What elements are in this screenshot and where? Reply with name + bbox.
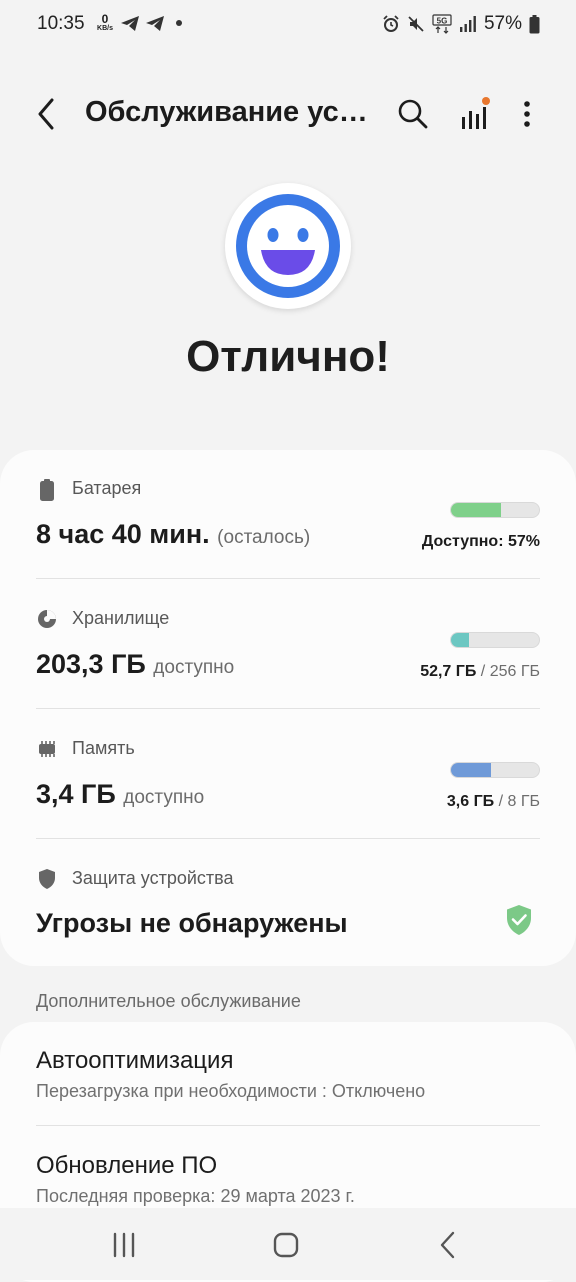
divider [36, 708, 540, 709]
storage-label: Хранилище [72, 608, 170, 628]
memory-bar [450, 762, 540, 778]
status-right-icons: 5G 57% [382, 13, 540, 35]
search-icon[interactable] [394, 95, 432, 133]
battery-row[interactable]: Батарея 8 час 40 мин. (осталось) Доступн… [36, 475, 540, 580]
nav-back-icon[interactable] [434, 1230, 464, 1260]
telegram-icon [146, 16, 164, 31]
list-item-auto-optimization[interactable]: Автооптимизация Перезагрузка при необход… [0, 1022, 576, 1124]
app-header: Обслуживание устройства [0, 78, 576, 148]
list-item-title: Автооптимизация [36, 1047, 234, 1074]
battery-bar-fill [451, 503, 502, 517]
notification-dot [176, 20, 182, 26]
divider [36, 578, 540, 579]
net-speed-value: 0 [101, 12, 109, 26]
section-title-additional: Дополнительное обслуживание [36, 991, 301, 1011]
battery-time-remaining: 8 час 40 мин. (осталось) [36, 519, 311, 549]
shield-check-icon [507, 905, 531, 935]
status-bar: 10:35 0 KB/s 5G 57% [0, 0, 576, 50]
storage-pie-icon [38, 610, 56, 628]
security-row[interactable]: Защита устройства Угрозы не обнаружены [36, 865, 540, 955]
signal-icon [459, 16, 476, 32]
stats-badge-dot [482, 97, 490, 105]
memory-usage: 3,6 ГБ / 8 ГБ [446, 793, 540, 810]
more-options-icon[interactable] [512, 95, 542, 133]
back-arrow-icon[interactable] [30, 94, 66, 134]
security-status: Угрозы не обнаружены [36, 908, 348, 938]
storage-available: 203,3 ГБ доступно [36, 649, 235, 679]
divider [36, 838, 540, 839]
storage-bar-fill [451, 633, 470, 647]
battery-icon [40, 479, 54, 501]
list-item-title: Обновление ПО [36, 1152, 218, 1179]
memory-row[interactable]: Память 3,4 ГБ доступно 3,6 ГБ / 8 ГБ [36, 735, 540, 840]
storage-row[interactable]: Хранилище 203,3 ГБ доступно 52,7 ГБ / 25… [36, 605, 540, 710]
status-face-icon [225, 183, 351, 309]
net-speed-unit: KB/s [97, 25, 113, 32]
storage-bar [450, 632, 540, 648]
storage-usage: 52,7 ГБ / 256 ГБ [420, 663, 540, 680]
navigation-bar [0, 1208, 576, 1280]
alarm-icon [383, 15, 399, 32]
memory-label: Память [72, 738, 135, 758]
list-item-subtitle: Перезагрузка при необходимости : Отключе… [36, 1081, 426, 1101]
summary-card: Батарея 8 час 40 мин. (осталось) Доступн… [0, 450, 576, 966]
shield-icon [39, 869, 55, 889]
recent-apps-icon[interactable] [108, 1232, 140, 1258]
page-title: Обслуживание устройства [85, 96, 375, 128]
battery-bar [450, 502, 540, 518]
battery-icon [529, 14, 540, 33]
battery-label: Батарея [72, 478, 142, 498]
battery-available: Доступно: 57% [421, 533, 540, 550]
mute-icon [408, 16, 424, 32]
memory-chip-icon [39, 741, 55, 757]
list-item-subtitle: Последняя проверка: 29 марта 2023 г. [36, 1186, 355, 1206]
net-speed-indicator: 0 KB/s [94, 13, 116, 32]
mobile-data-5g-icon: 5G [432, 14, 452, 34]
svg-text:5G: 5G [437, 17, 448, 26]
memory-available: 3,4 ГБ доступно [36, 779, 205, 809]
stats-icon[interactable] [456, 95, 494, 133]
status-title: Отлично! [186, 332, 390, 381]
security-label: Защита устройства [72, 868, 234, 888]
home-icon[interactable] [271, 1230, 301, 1260]
battery-percent: 57% [483, 13, 522, 34]
memory-bar-fill [451, 763, 491, 777]
status-time: 10:35 [37, 13, 85, 34]
telegram-icon [121, 16, 139, 31]
